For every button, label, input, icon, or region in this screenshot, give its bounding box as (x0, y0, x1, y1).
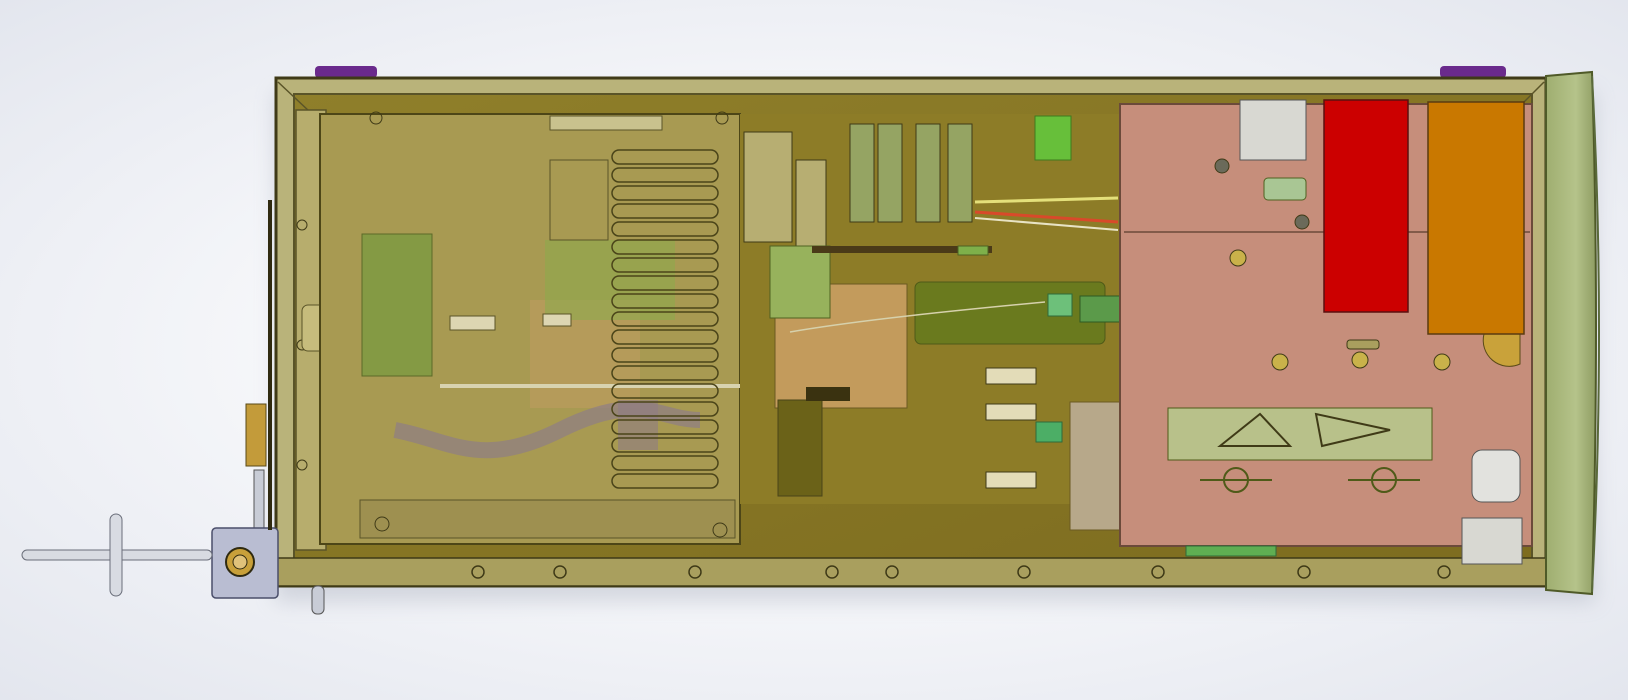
front-panel[interactable] (1545, 70, 1600, 596)
assembly-drawing[interactable] (0, 0, 1628, 700)
cad-viewport[interactable] (0, 0, 1628, 700)
mounting-feet (315, 66, 1506, 78)
red-capacitor-block[interactable] (1323, 99, 1409, 313)
orange-capacitor-block[interactable] (1427, 101, 1525, 335)
green-pcb-board (361, 233, 433, 377)
